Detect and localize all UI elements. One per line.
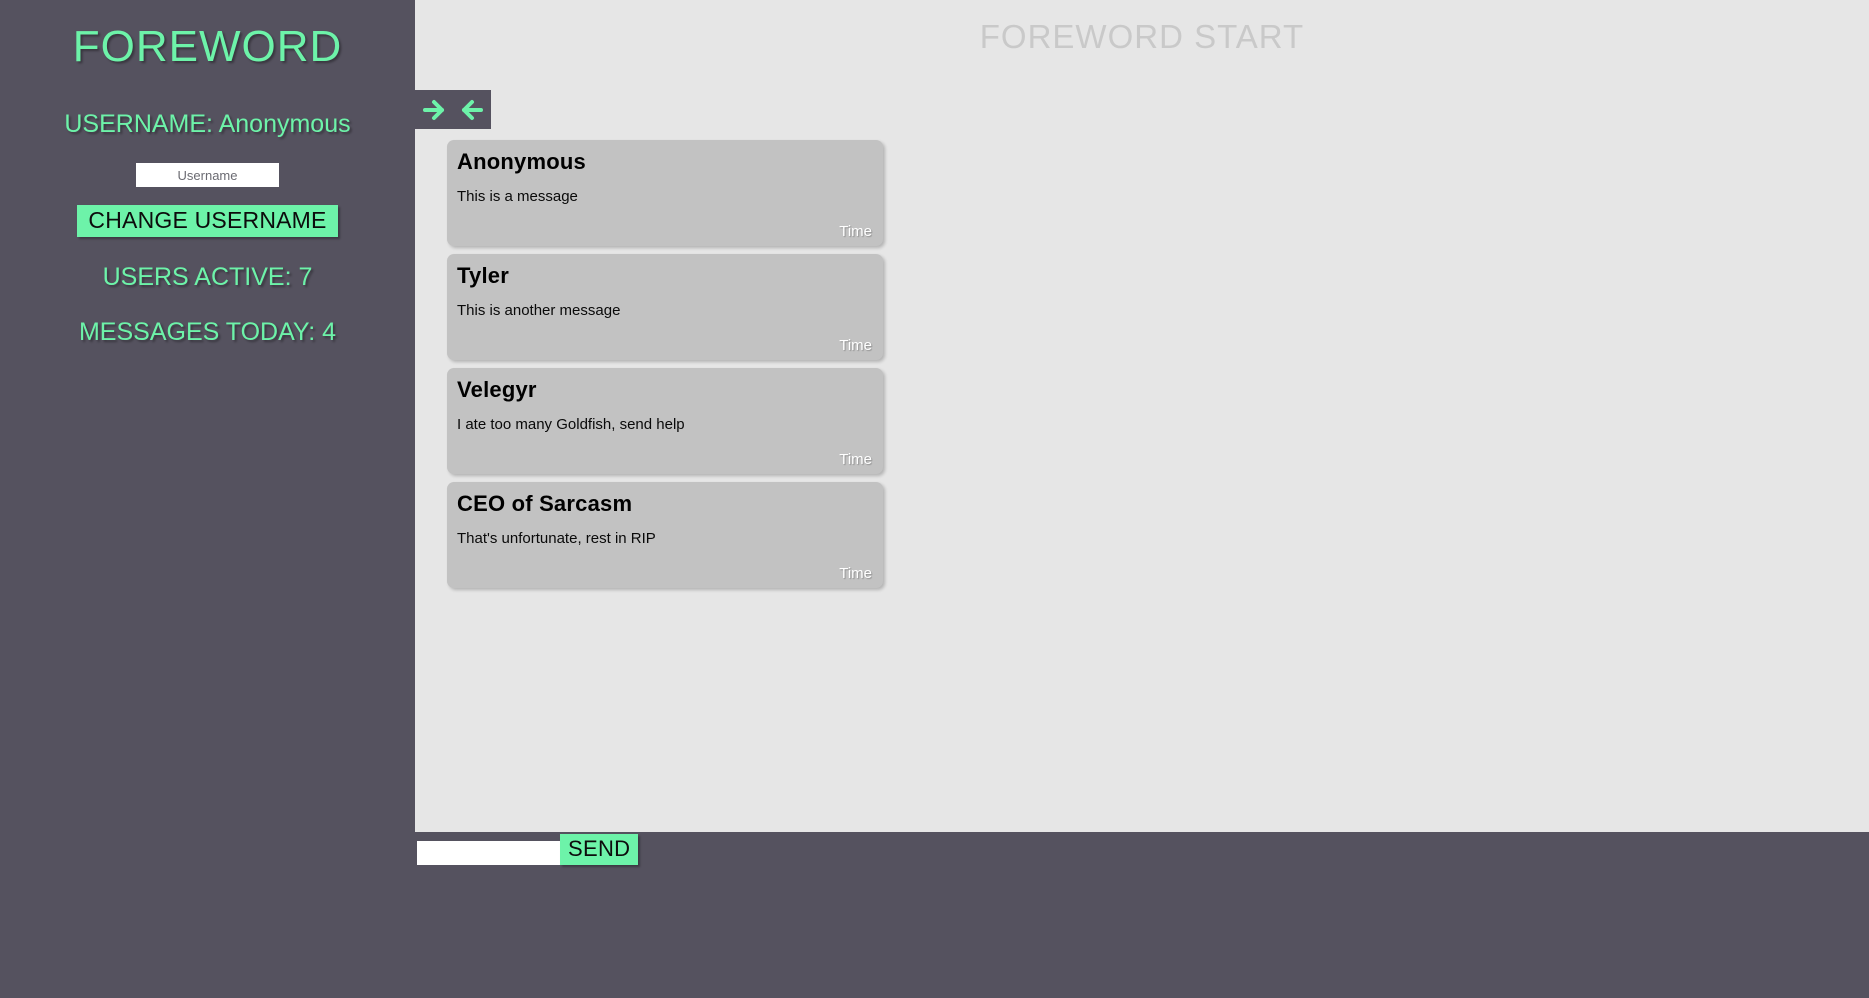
chat-nav-controls [415,90,491,129]
message-author: Anonymous [457,149,586,174]
message-timestamp: Time [839,451,872,468]
messages-today-stat: MESSAGES TODAY: 4 [0,292,415,347]
change-username-button[interactable]: CHANGE USERNAME [77,205,338,238]
chat-area: FOREWORD START Anonymous This is a messa… [415,0,1869,832]
message-card: Tyler This is another message Time [447,254,883,360]
message-author: Velegyr [457,377,537,402]
messages-today-label: MESSAGES TODAY: [78,318,316,347]
message-card: Velegyr I ate too many Goldfish, send hel… [447,368,883,474]
users-active-value: 7 [298,263,313,292]
message-card: CEO of Sarcasm That's unfortunate, rest i… [447,482,883,588]
message-timestamp: Time [839,223,872,240]
message-timestamp: Time [839,565,872,582]
arrow-right-icon [422,99,446,121]
app-root: FOREWORD USERNAME: Anonymous CHANGE USER… [0,0,1869,998]
message-text: That's unfortunate, rest in RIP [457,529,656,547]
brand-title: FOREWORD [72,22,343,71]
forward-arrow-button[interactable] [415,90,453,129]
message-card: Anonymous This is a message Time [447,140,883,246]
users-active-stat: USERS ACTIVE: 7 [0,237,415,292]
username-value: Anonymous [218,110,351,138]
current-username-line: USERNAME: Anonymous [0,72,415,139]
message-input[interactable] [417,841,560,865]
messages-today-value: 4 [322,318,337,347]
message-author: CEO of Sarcasm [457,491,633,516]
message-list: Anonymous This is a message Time Tyler This … [447,140,883,596]
back-arrow-button[interactable] [453,90,491,129]
message-timestamp: Time [839,337,872,354]
sidebar: FOREWORD USERNAME: Anonymous CHANGE USER… [0,0,415,998]
message-composer: SEND [415,834,1869,881]
message-text: This is another message [457,301,621,319]
message-author: Tyler [457,263,509,288]
username-label: USERNAME: [64,110,214,138]
message-text: This is a message [457,187,578,205]
message-text: I ate too many Goldfish, send help [457,415,685,433]
send-button[interactable]: SEND [560,834,639,866]
users-active-label: USERS ACTIVE: [102,263,292,292]
username-input[interactable] [136,163,279,187]
page-title: FOREWORD START [979,18,1305,55]
arrow-left-icon [460,99,484,121]
